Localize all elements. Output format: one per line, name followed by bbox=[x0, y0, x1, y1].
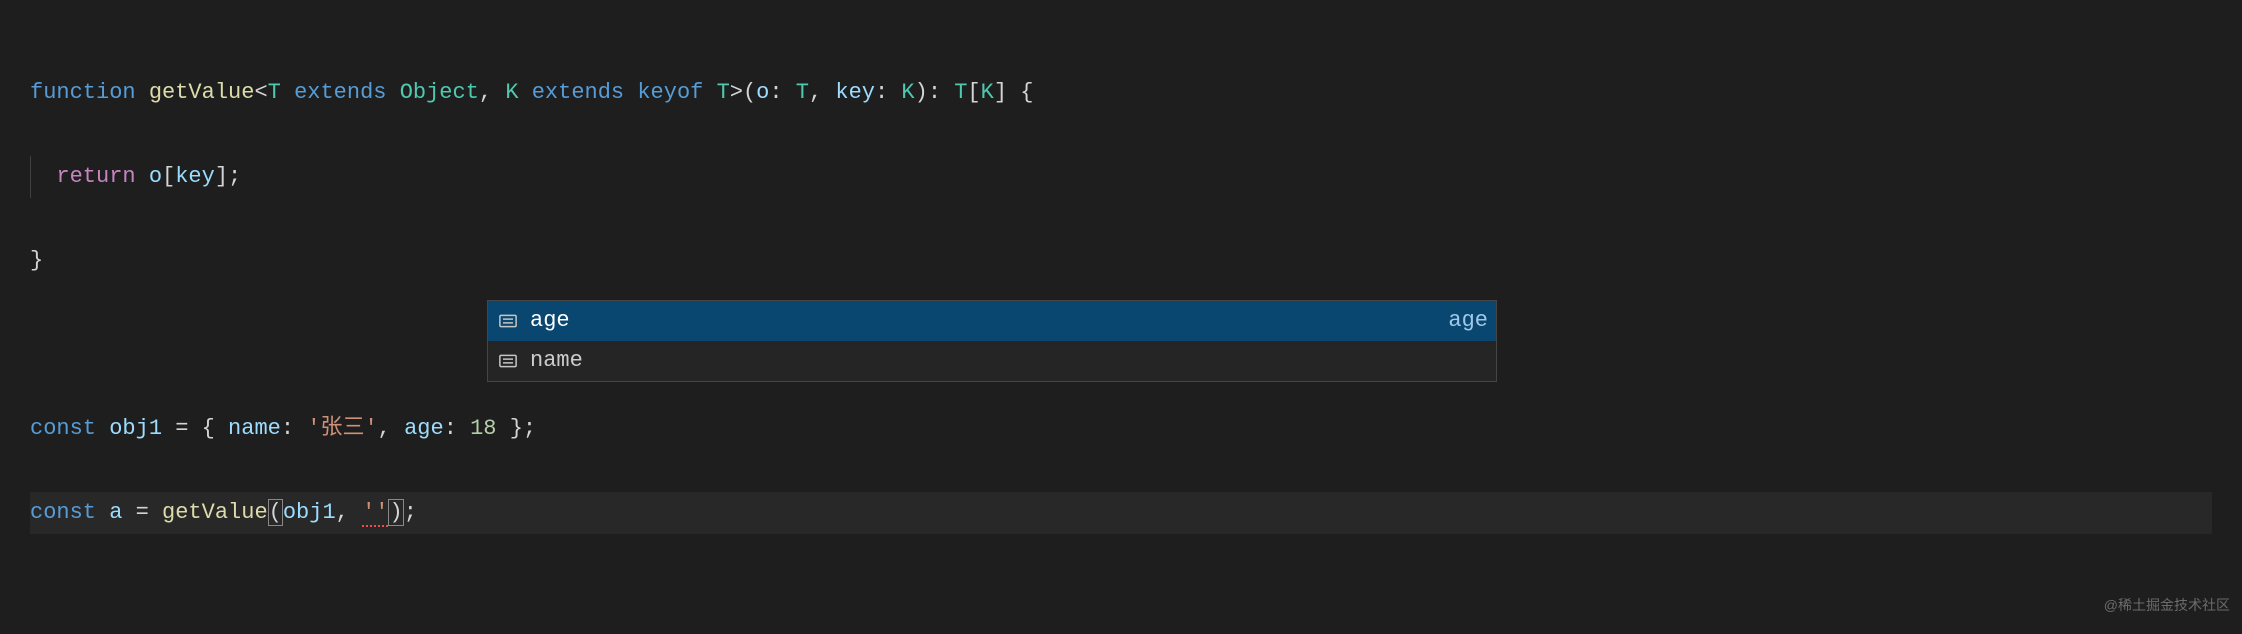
error-squiggly: '' bbox=[362, 500, 388, 527]
suggest-label: age bbox=[530, 300, 1448, 342]
code-line: const obj1 = { name: '张三', age: 18 }; bbox=[30, 408, 2212, 450]
code-line: return o[key]; bbox=[30, 156, 2212, 198]
keyword-function: function bbox=[30, 80, 136, 105]
watermark: @稀土掘金技术社区 bbox=[2104, 584, 2230, 626]
keyword-const: const bbox=[30, 416, 96, 441]
bracket-match-close: ) bbox=[388, 499, 403, 526]
suggest-item-age[interactable]: age age bbox=[488, 301, 1496, 341]
bracket-match-open: ( bbox=[268, 499, 283, 526]
code-line-current: const a = getValue(obj1, ''); bbox=[30, 492, 2212, 534]
suggest-item-name[interactable]: name bbox=[488, 341, 1496, 381]
constant-icon bbox=[496, 349, 520, 373]
code-line: } bbox=[30, 240, 2212, 282]
constant-icon bbox=[496, 309, 520, 333]
intellisense-popup[interactable]: age age name bbox=[487, 300, 1497, 382]
code-line: function getValue<T extends Object, K ex… bbox=[30, 72, 2212, 114]
suggest-label: name bbox=[530, 340, 1488, 382]
keyword-const: const bbox=[30, 500, 96, 525]
suggest-detail: age bbox=[1448, 300, 1488, 342]
keyword-return: return bbox=[56, 164, 135, 189]
fn-name: getValue bbox=[149, 80, 255, 105]
